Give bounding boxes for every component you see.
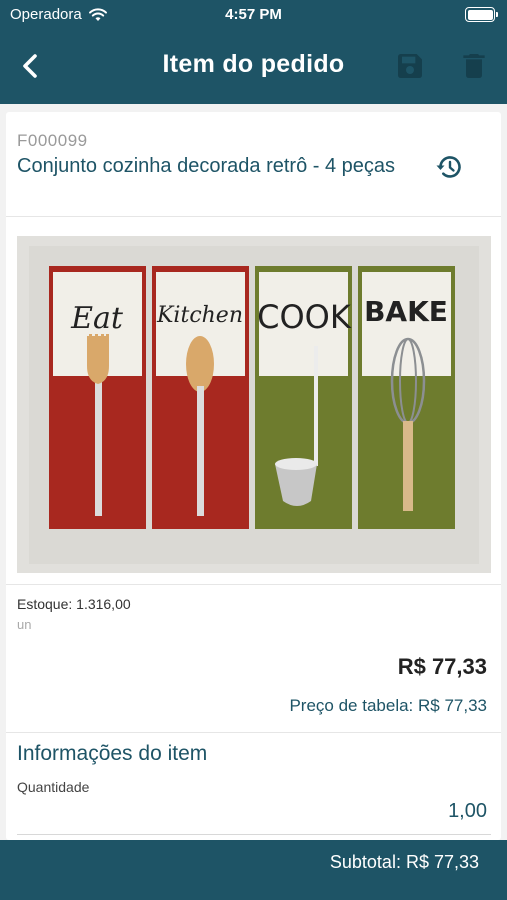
subtotal: Subtotal: R$ 77,33 bbox=[329, 852, 479, 872]
divider bbox=[6, 732, 501, 733]
navigation-bar: Item do pedido bbox=[0, 30, 507, 104]
save-button[interactable] bbox=[394, 50, 426, 82]
image-panel-kitchen: Kitchen bbox=[152, 266, 249, 529]
item-price: R$ 77,33 bbox=[397, 654, 487, 679]
top-bar: Operadora 4:57 PM Item do pedido bbox=[0, 0, 507, 104]
divider bbox=[6, 216, 501, 217]
battery-level-fill bbox=[467, 9, 493, 20]
quantity-input[interactable]: 1,00 bbox=[448, 800, 487, 823]
product-image: Eat Kitchen COOK BAKE bbox=[17, 236, 491, 573]
image-panel-cook: COOK bbox=[255, 266, 352, 529]
status-bar: Operadora 4:57 PM bbox=[0, 0, 507, 30]
stock-label: Estoque: 1.316,00 bbox=[17, 596, 131, 612]
item-name: Conjunto cozinha decorada retrô - 4 peça… bbox=[17, 155, 396, 177]
panel-word-eat: Eat bbox=[70, 301, 124, 336]
quantity-underline bbox=[17, 834, 491, 835]
battery-icon bbox=[465, 7, 498, 22]
image-panel-eat: Eat bbox=[49, 266, 146, 529]
order-item-card: F000099 Conjunto cozinha decorada retrô … bbox=[6, 112, 501, 840]
stock-unit: un bbox=[17, 617, 32, 632]
panel-word-kitchen: Kitchen bbox=[156, 303, 243, 328]
panel-word-bake: BAKE bbox=[364, 295, 448, 328]
image-panel-bake: BAKE bbox=[358, 266, 455, 529]
quantity-label: Quantidade bbox=[17, 779, 90, 795]
divider bbox=[6, 584, 501, 585]
status-time: 4:57 PM bbox=[225, 6, 282, 23]
page-title: Item do pedido bbox=[162, 50, 345, 78]
item-code: F000099 bbox=[17, 131, 88, 150]
section-title: Informações do item bbox=[17, 742, 208, 765]
footer-bar: Subtotal: R$ 77,33 bbox=[0, 840, 507, 900]
history-button[interactable] bbox=[434, 152, 464, 182]
panel-word-cook: COOK bbox=[257, 298, 352, 336]
delete-button[interactable] bbox=[458, 50, 490, 82]
table-price: Preço de tabela: R$ 77,33 bbox=[289, 696, 487, 715]
